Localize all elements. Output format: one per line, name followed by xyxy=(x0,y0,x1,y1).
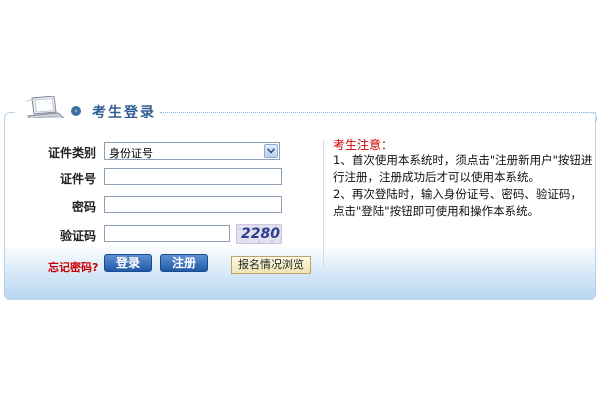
header-divider xyxy=(160,112,596,113)
captcha-image[interactable]: 2280 xyxy=(236,224,282,244)
id-type-selected-value: 身份证号 xyxy=(109,147,153,160)
captcha-label: 验证码 xyxy=(59,229,96,243)
notice-item-2: 2、再次登陆时，输入身份证号、密码、验证码，点击"登陆"按钮即可使用和操作本系统… xyxy=(333,187,582,218)
panel-divider xyxy=(323,140,324,268)
login-button[interactable]: 登录 xyxy=(104,254,152,272)
captcha-code: 2280 xyxy=(241,226,280,242)
notice-title: 考生注意： xyxy=(333,138,394,152)
notice-item-1: 1、首次使用本系统时，须点击"注册新用户"按钮进行注册，注册成功后才可以使用本系… xyxy=(333,153,593,184)
chevron-down-icon[interactable] xyxy=(264,144,278,158)
register-button[interactable]: 注册 xyxy=(160,254,208,272)
password-input[interactable] xyxy=(104,196,282,213)
captcha-input[interactable] xyxy=(104,225,230,242)
id-type-label: 证件类别 xyxy=(47,146,96,160)
forgot-password-link[interactable]: 忘记密码? xyxy=(48,259,98,275)
id-type-select[interactable]: 身份证号 xyxy=(104,142,280,160)
password-label: 密码 xyxy=(71,200,96,214)
browse-registration-button[interactable]: 报名情况浏览 xyxy=(231,256,311,274)
circle-arrow-icon: › xyxy=(71,106,81,116)
id-number-input[interactable] xyxy=(104,168,282,185)
id-number-label: 证件号 xyxy=(59,172,96,186)
